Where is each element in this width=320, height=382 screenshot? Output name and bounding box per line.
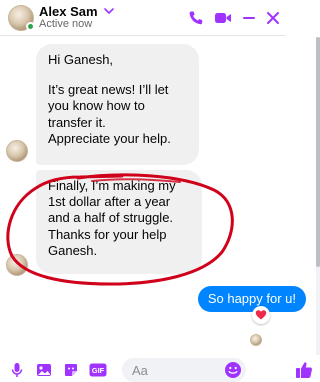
header-actions — [188, 0, 286, 36]
outgoing-message-bubble[interactable]: So happy for u! — [197, 286, 306, 312]
minimize-icon[interactable] — [242, 10, 256, 26]
message-line: Thanks for your help — [48, 226, 167, 242]
sender-avatar[interactable] — [6, 254, 28, 276]
scrollbar-thumb[interactable] — [316, 37, 320, 267]
gif-button[interactable]: GIF — [89, 361, 107, 379]
microphone-button[interactable] — [8, 361, 26, 379]
message-line: Ganesh. — [48, 242, 98, 258]
seen-receipt-avatar — [250, 334, 262, 346]
svg-text:GIF: GIF — [92, 366, 105, 375]
sticker-icon — [65, 364, 77, 376]
message-line: transfer it. — [48, 114, 106, 130]
heart-icon — [255, 310, 267, 320]
thumbs-up-icon[interactable] — [294, 360, 314, 380]
image-button[interactable] — [35, 361, 53, 379]
video-icon[interactable] — [214, 10, 232, 26]
message-line: It’s great news! I’ll let — [48, 82, 169, 98]
microphone-icon — [11, 363, 23, 377]
active-status: Active now — [39, 17, 93, 30]
chat-header: Alex Sam Active now — [0, 0, 286, 36]
phone-icon[interactable] — [188, 10, 204, 26]
chevron-down-icon[interactable] — [103, 7, 114, 15]
emoji-icon[interactable] — [224, 361, 242, 379]
message-line: and a half of struggle. — [48, 210, 174, 226]
contact-name[interactable]: Alex Sam — [39, 5, 98, 18]
incoming-message-bubble[interactable]: Finally, I’m making my 1st dollar after … — [36, 170, 202, 274]
contact-info[interactable]: Alex Sam Active now — [39, 5, 114, 31]
image-icon — [37, 364, 51, 376]
message-line: Hi Ganesh, — [48, 52, 114, 67]
sticker-button[interactable] — [62, 361, 80, 379]
message-composer: GIF — [0, 358, 286, 382]
online-status-dot — [26, 21, 35, 31]
heart-reaction[interactable] — [252, 306, 270, 324]
message-line: Finally, I’m making my — [48, 178, 176, 193]
incoming-message-bubble[interactable]: Hi Ganesh, It’s great news! I’ll let you… — [36, 44, 199, 165]
message-line: you know how to — [48, 98, 145, 114]
close-icon[interactable] — [266, 10, 280, 26]
contact-avatar[interactable] — [8, 4, 35, 31]
message-input[interactable] — [122, 362, 222, 378]
message-line: 1st dollar after a year — [48, 194, 171, 210]
gif-icon: GIF — [89, 363, 107, 377]
message-input-wrapper — [122, 358, 246, 382]
sender-avatar[interactable] — [6, 140, 28, 162]
message-line: Appreciate your help. — [48, 130, 171, 146]
